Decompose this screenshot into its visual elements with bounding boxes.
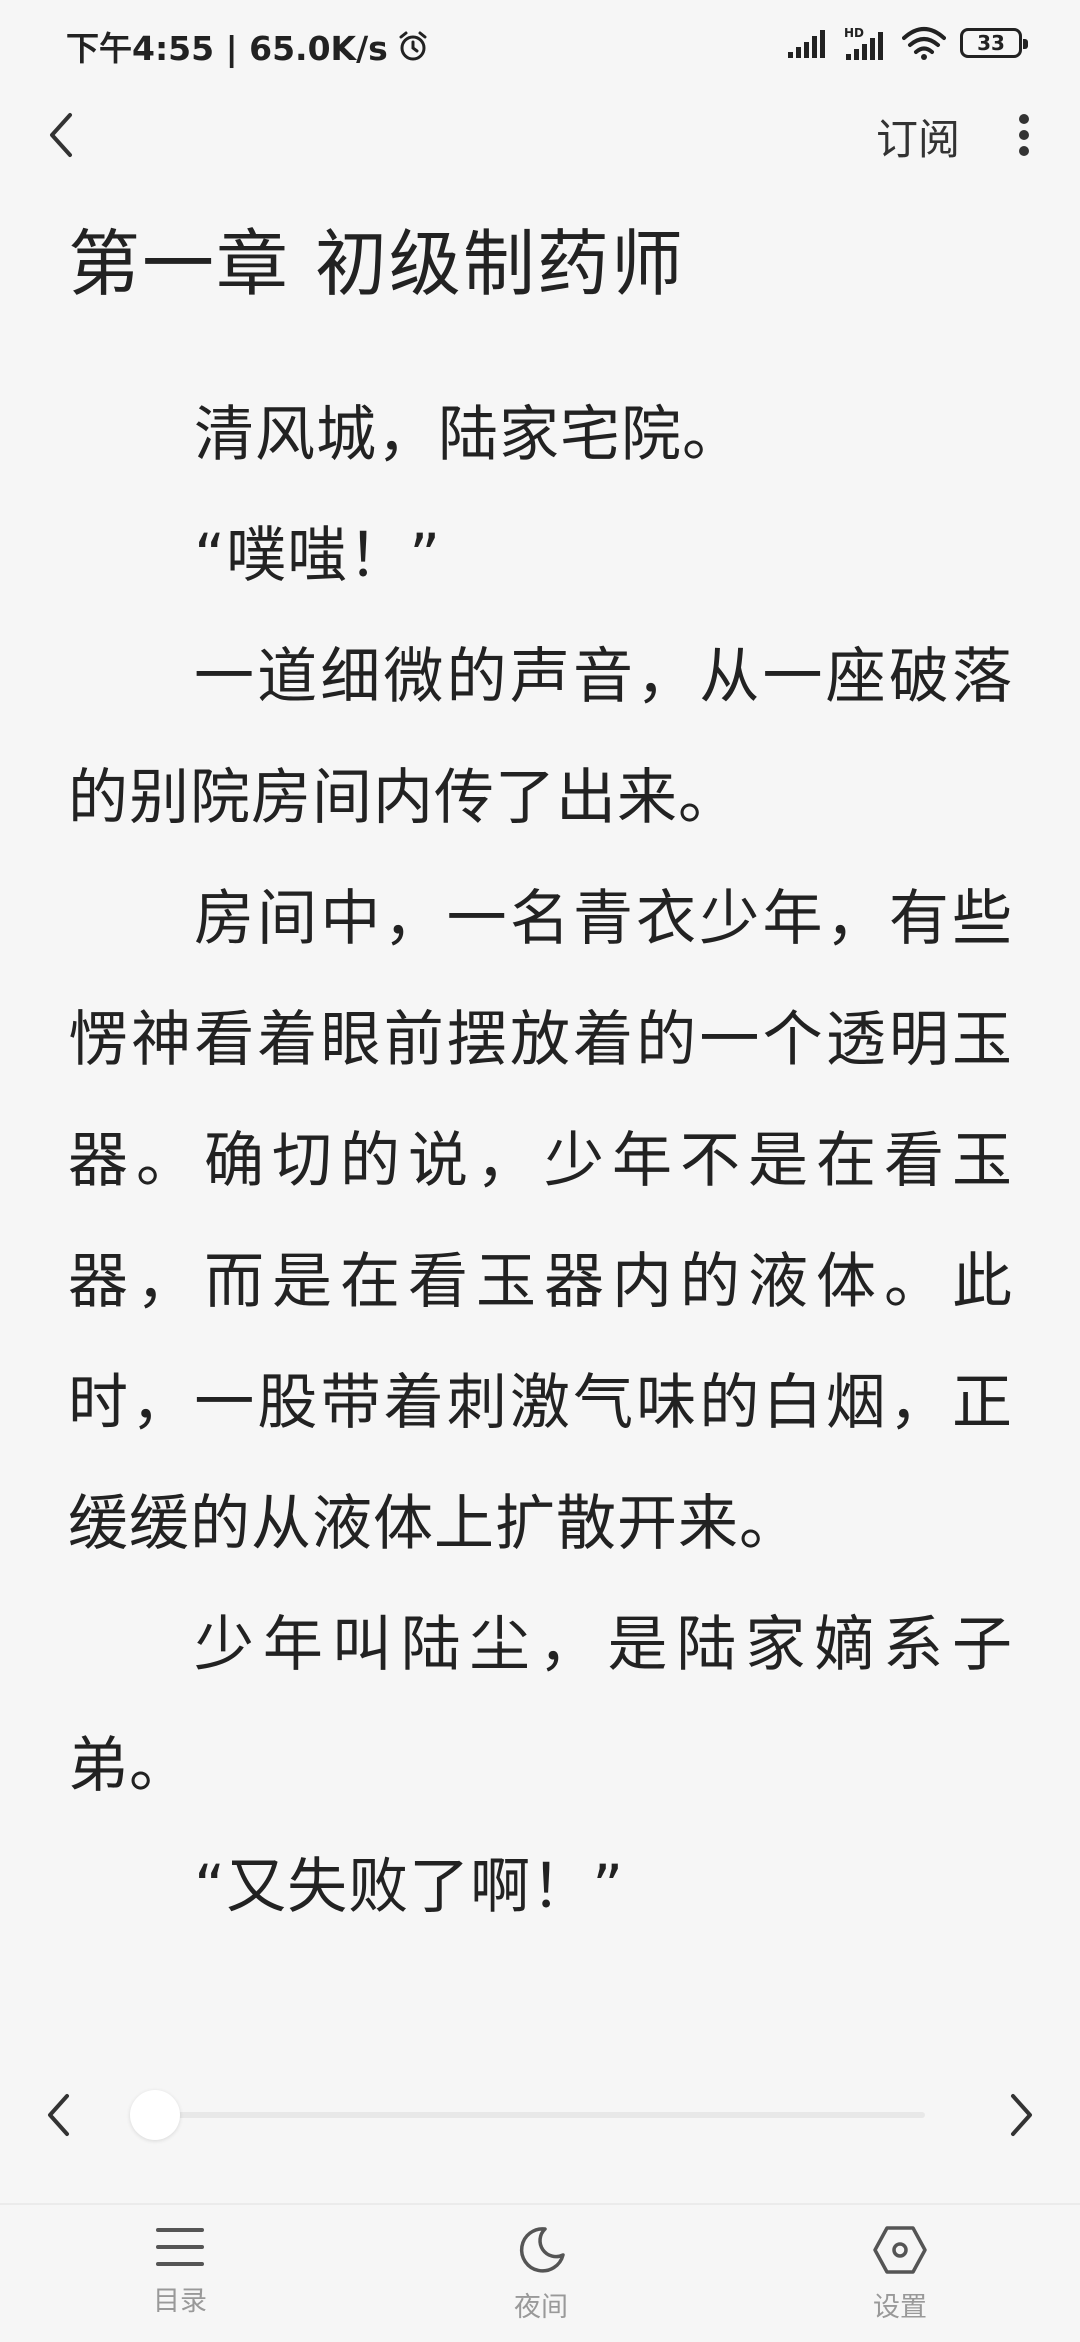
back-button[interactable] <box>30 104 92 166</box>
settings-button[interactable]: 设置 <box>810 2225 990 2324</box>
signal-icon <box>788 30 825 58</box>
progress-slider-thumb[interactable] <box>130 2090 180 2140</box>
paragraph: 一道细微的声音，从一座破落的别院房间内传了出来。 <box>68 642 1013 833</box>
wifi-icon <box>902 27 946 60</box>
status-left: 下午4:55 | 65.0K/s <box>66 22 430 70</box>
paragraph: 房间中，一名青衣少年，有些愣神看着眼前摆放着的一个透明玉器。确切的说，少年不是在… <box>68 884 1013 1559</box>
more-vertical-icon <box>1019 114 1029 156</box>
table-of-contents-button[interactable]: 目录 <box>90 2225 270 2318</box>
chapter-title: 第一章 初级制药师 <box>68 222 685 306</box>
progress-track[interactable] <box>155 2112 925 2118</box>
chevron-left-icon <box>48 2094 69 2136</box>
top-navigation: 订阅 <box>0 92 1080 178</box>
previous-chapter-button[interactable] <box>32 2084 84 2146</box>
subscribe-button[interactable]: 订阅 <box>876 106 960 167</box>
next-chapter-button[interactable] <box>996 2084 1048 2146</box>
night-label: 夜间 <box>514 2292 568 2323</box>
svg-text:HD: HD <box>844 26 864 40</box>
chapter-content[interactable]: 清风城，陆家宅院。 “噗嗤！” 一道细微的声音，从一座破落的别院房间内传了出来。… <box>68 375 1013 2030</box>
paragraph: “又失败了啊！” <box>194 1852 625 1922</box>
hd-signal-icon: HD <box>844 26 883 60</box>
status-bar: 下午4:55 | 65.0K/s HD 33 <box>0 0 1080 90</box>
paragraph: 少年叫陆尘，是陆家嫡系子弟。 <box>68 1610 1013 1801</box>
chevron-left-icon <box>50 113 72 157</box>
status-time-speed: 下午4:55 | 65.0K/s <box>66 29 388 68</box>
bottom-navigation: 目录 夜间 设置 <box>0 2203 1080 2342</box>
settings-label: 设置 <box>873 2292 927 2323</box>
more-options-button[interactable] <box>998 102 1050 168</box>
chevron-right-icon <box>1011 2094 1032 2136</box>
battery-level: 33 <box>977 31 1005 55</box>
toc-label: 目录 <box>153 2286 207 2317</box>
moon-icon <box>519 2227 565 2273</box>
night-mode-button[interactable]: 夜间 <box>451 2225 631 2324</box>
paragraph: 清风城，陆家宅院。 <box>194 400 743 470</box>
settings-hexagon-icon <box>873 2226 927 2274</box>
alarm-icon <box>399 31 427 61</box>
battery-icon: 33 <box>960 28 1028 58</box>
status-right: HD 33 <box>788 26 1028 60</box>
paragraph: “噗嗤！” <box>194 521 442 591</box>
chapter-progress <box>0 2080 1080 2150</box>
menu-icon <box>156 2228 204 2266</box>
